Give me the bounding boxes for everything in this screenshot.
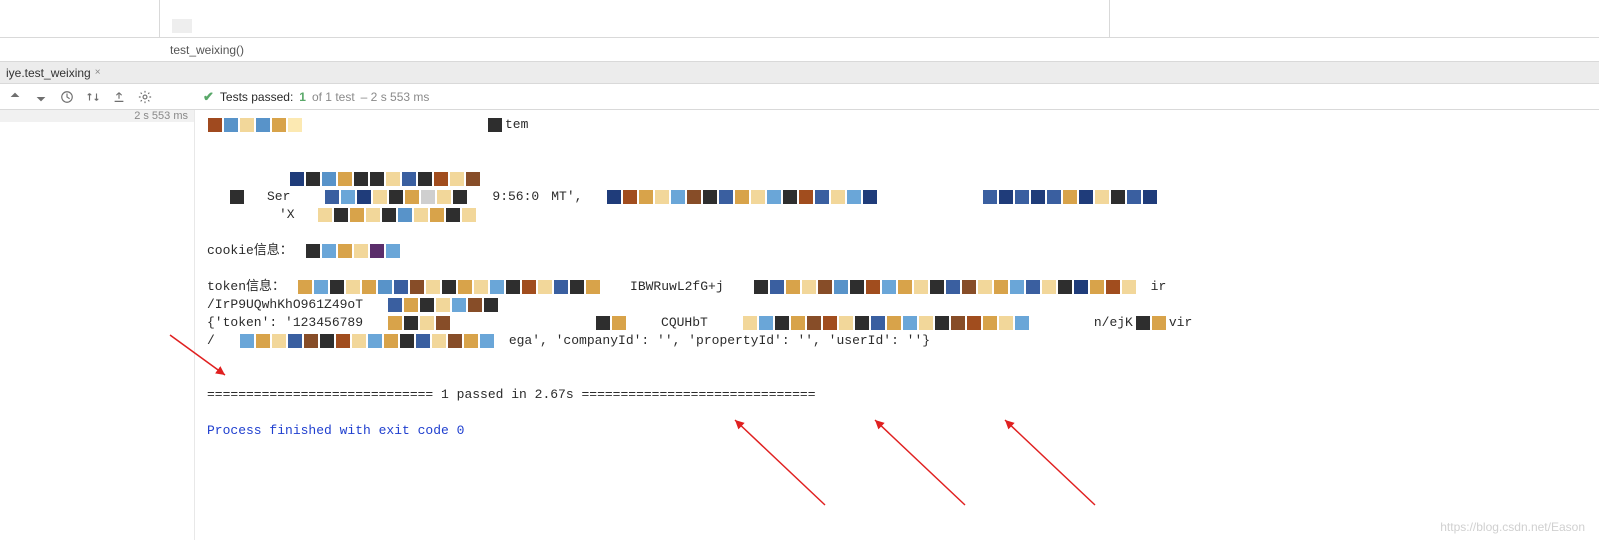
top-mid-pane xyxy=(160,0,1110,37)
dict-prefix: {'token': '123456789 xyxy=(207,314,363,332)
tests-passed-label: Tests passed: xyxy=(220,90,293,104)
console-text: MT', xyxy=(551,188,582,206)
cookie-label: cookie信息： xyxy=(207,242,293,260)
run-tab[interactable]: iye.test_weixing × xyxy=(0,66,109,80)
arrow-up-icon[interactable] xyxy=(6,88,24,106)
tests-count: 1 xyxy=(299,90,306,104)
console-line: token信息： IBWRuwL2fG+j ir xyxy=(207,278,1589,296)
test-toolbar: ✔ Tests passed: 1 of 1 test – 2 s 553 ms xyxy=(0,84,1599,110)
tests-duration: – 2 s 553 ms xyxy=(361,90,430,104)
sort-icon[interactable] xyxy=(84,88,102,106)
dict-tail: ega', 'companyId': '', 'propertyId': '',… xyxy=(509,332,930,350)
console-line: Ser 9:56:0 MT', xyxy=(207,188,1589,206)
test-status: ✔ Tests passed: 1 of 1 test – 2 s 553 ms xyxy=(195,89,429,105)
export-icon[interactable] xyxy=(110,88,128,106)
console-line: 'X xyxy=(207,206,1589,224)
content-shade xyxy=(172,19,192,33)
breadcrumb-text: test_weixing() xyxy=(170,43,244,57)
tests-rest: of 1 test xyxy=(312,90,355,104)
run-tab-bar: iye.test_weixing × xyxy=(0,62,1599,84)
console-text: Ser xyxy=(267,188,290,206)
console-text: /IrP9UQwhKhO961Z49oT xyxy=(207,296,363,314)
console-output[interactable]: tem Ser 9:56:0 MT', 'X xyxy=(195,110,1599,540)
toolbar-icons xyxy=(0,88,195,106)
console-text: CQUHbT xyxy=(661,314,708,332)
run-tab-label: iye.test_weixing xyxy=(6,66,91,80)
watermark: https://blog.csdn.net/Eason xyxy=(1440,520,1585,534)
console-line: {'token': '123456789 CQUHbT n/ejK vir xyxy=(207,314,1589,332)
top-editor-strip xyxy=(0,0,1599,38)
console-text: tem xyxy=(505,116,528,134)
test-tree-pane[interactable]: 2 s 553 ms xyxy=(0,110,195,540)
top-left-gutter xyxy=(0,0,160,37)
close-icon[interactable]: × xyxy=(95,67,101,78)
token-label: token信息： xyxy=(207,278,285,296)
console-text: vir xyxy=(1169,314,1192,332)
clock-icon[interactable] xyxy=(58,88,76,106)
console-line: ============================= 1 passed i… xyxy=(207,386,1589,404)
console-line: /IrP9UQwhKhO961Z49oT xyxy=(207,296,1589,314)
console-text: 9:56:0 xyxy=(492,188,539,206)
exit-line: Process finished with exit code 0 xyxy=(207,422,464,440)
console-text: n/ejK xyxy=(1094,314,1133,332)
content-row: 2 s 553 ms tem Ser 9:56:0 MT', xyxy=(0,110,1599,540)
gear-icon[interactable] xyxy=(136,88,154,106)
console-line: Process finished with exit code 0 xyxy=(207,422,1589,440)
console-text: ir xyxy=(1151,278,1167,296)
console-text: 'X xyxy=(279,206,295,224)
console-line: cookie信息： xyxy=(207,242,1589,260)
tree-timing: 2 s 553 ms xyxy=(134,110,188,122)
breadcrumb: test_weixing() xyxy=(0,38,1599,62)
console-line: / ega', 'companyId': '', 'propertyId': '… xyxy=(207,332,1589,350)
passed-summary: ============================= 1 passed i… xyxy=(207,386,816,404)
console-line: tem xyxy=(207,116,1589,134)
console-line xyxy=(207,170,1589,188)
check-icon: ✔ xyxy=(203,89,214,105)
top-right-pane xyxy=(1110,0,1599,37)
arrow-down-icon[interactable] xyxy=(32,88,50,106)
console-text: IBWRuwL2fG+j xyxy=(630,278,724,296)
